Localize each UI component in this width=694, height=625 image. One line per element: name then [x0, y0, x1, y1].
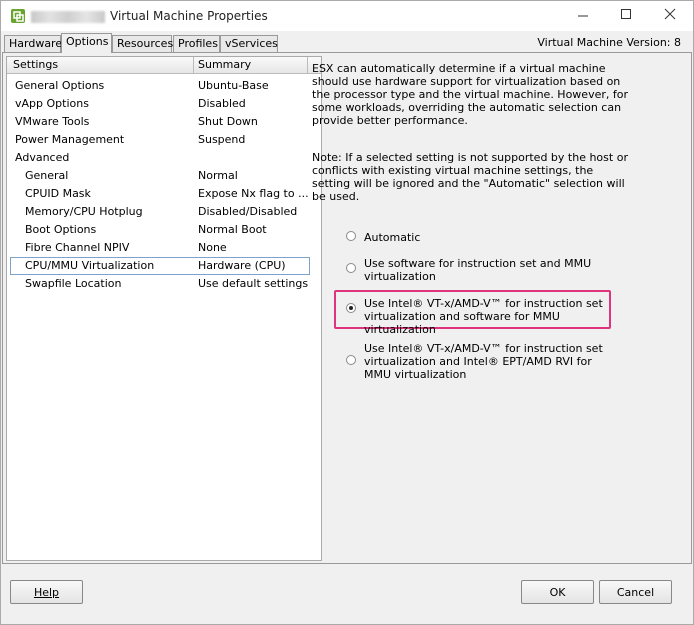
settings-row[interactable]: VMware Tools Shut Down — [7, 113, 321, 131]
close-icon — [664, 8, 676, 20]
tab-bar: Hardware Options Resources Profiles vSer… — [1, 31, 693, 53]
tab-profiles[interactable]: Profiles — [173, 35, 220, 52]
vm-properties-window: Virtual Machine Properties Hardware Opti… — [0, 0, 694, 625]
title-bar[interactable]: Virtual Machine Properties — [1, 1, 693, 31]
vsphere-app-icon — [11, 9, 25, 23]
help-button[interactable]: Help — [10, 580, 83, 604]
tab-vservices[interactable]: vServices — [220, 35, 278, 52]
column-separator[interactable] — [193, 57, 194, 73]
setting-summary: Shut Down — [198, 115, 258, 128]
setting-summary: Disabled — [198, 97, 246, 110]
setting-name: Power Management — [15, 133, 125, 146]
setting-name: Fibre Channel NPIV — [25, 241, 130, 254]
vm-version-label: Virtual Machine Version: 8 — [537, 36, 681, 49]
ok-button-label: OK — [549, 585, 566, 599]
cancel-button-label: Cancel — [616, 585, 655, 599]
setting-summary: Hardware (CPU) — [198, 259, 286, 272]
settings-row[interactable]: General Normal — [7, 167, 321, 185]
radio-automatic[interactable] — [346, 231, 356, 241]
settings-row[interactable]: Fibre Channel NPIV None — [7, 239, 321, 257]
column-separator[interactable] — [307, 57, 308, 73]
maximize-icon — [621, 9, 631, 19]
settings-column-header[interactable]: Settings — [13, 58, 58, 71]
settings-list[interactable]: Settings Summary General Options Ubuntu-B… — [6, 56, 322, 561]
tab-options[interactable]: Options — [61, 33, 112, 53]
close-button[interactable] — [656, 3, 684, 25]
setting-name: VMware Tools — [15, 115, 90, 128]
settings-row[interactable]: vApp Options Disabled — [7, 95, 321, 113]
ok-button[interactable]: OK — [521, 580, 594, 604]
setting-summary: Disabled/Disabled — [198, 205, 298, 218]
description-text: ESX can automatically determine if a vir… — [312, 62, 628, 127]
tab-resources[interactable]: Resources — [112, 35, 173, 52]
option-vtx-software-label[interactable]: Use Intel® VT-x/AMD-V™ for instruction s… — [364, 297, 614, 336]
setting-name: Boot Options — [25, 223, 97, 236]
radio-software-mmu[interactable] — [346, 263, 356, 273]
setting-name: CPU/MMU Virtualization — [25, 259, 155, 272]
setting-name: General — [25, 169, 69, 182]
blurred-vm-name — [31, 11, 105, 23]
cancel-button[interactable]: Cancel — [599, 580, 672, 604]
option-vtx-ept-label[interactable]: Use Intel® VT-x/AMD-V™ for instruction s… — [364, 342, 614, 381]
settings-list-header: Settings Summary — [7, 57, 321, 74]
setting-name: CPUID Mask — [25, 187, 91, 200]
settings-row[interactable]: Boot Options Normal Boot — [7, 221, 321, 239]
note-text: Note: If a selected setting is not suppo… — [312, 151, 628, 203]
setting-summary: Normal Boot — [198, 223, 267, 236]
setting-name: Memory/CPU Hotplug — [25, 205, 143, 218]
setting-summary: Use default settings — [198, 277, 309, 290]
minimize-icon — [578, 15, 588, 17]
radio-vtx-ept[interactable] — [346, 355, 356, 365]
settings-row[interactable]: Memory/CPU Hotplug Disabled/Disabled — [7, 203, 321, 221]
option-software-label[interactable]: Use software for instruction set and MMU… — [364, 257, 614, 283]
setting-name: Swapfile Location — [25, 277, 122, 290]
setting-summary: Normal — [198, 169, 238, 182]
setting-summary: Ubuntu-Base — [198, 79, 269, 92]
setting-summary: Suspend — [198, 133, 246, 146]
tab-hardware[interactable]: Hardware — [4, 35, 62, 52]
setting-name: Advanced — [15, 151, 70, 164]
radio-vtx-software-mmu[interactable] — [346, 303, 356, 313]
window-title: Virtual Machine Properties — [110, 9, 268, 23]
settings-row-selected[interactable]: CPU/MMU Virtualization Hardware (CPU) — [10, 257, 310, 275]
settings-row[interactable]: Power Management Suspend — [7, 131, 321, 149]
setting-summary: None — [198, 241, 227, 254]
settings-row[interactable]: General Options Ubuntu-Base — [7, 77, 321, 95]
help-button-label: Help — [33, 585, 60, 599]
maximize-button[interactable] — [612, 3, 640, 25]
option-automatic-label[interactable]: Automatic — [364, 231, 614, 244]
setting-summary: Expose Nx flag to ... — [198, 187, 309, 200]
summary-column-header[interactable]: Summary — [198, 58, 251, 71]
minimize-button[interactable] — [569, 3, 597, 25]
settings-row[interactable]: CPUID Mask Expose Nx flag to ... — [7, 185, 321, 203]
setting-name: General Options — [15, 79, 105, 92]
settings-row-advanced[interactable]: Advanced — [7, 149, 321, 167]
setting-name: vApp Options — [15, 97, 89, 110]
settings-row[interactable]: Swapfile Location Use default settings — [7, 275, 321, 293]
